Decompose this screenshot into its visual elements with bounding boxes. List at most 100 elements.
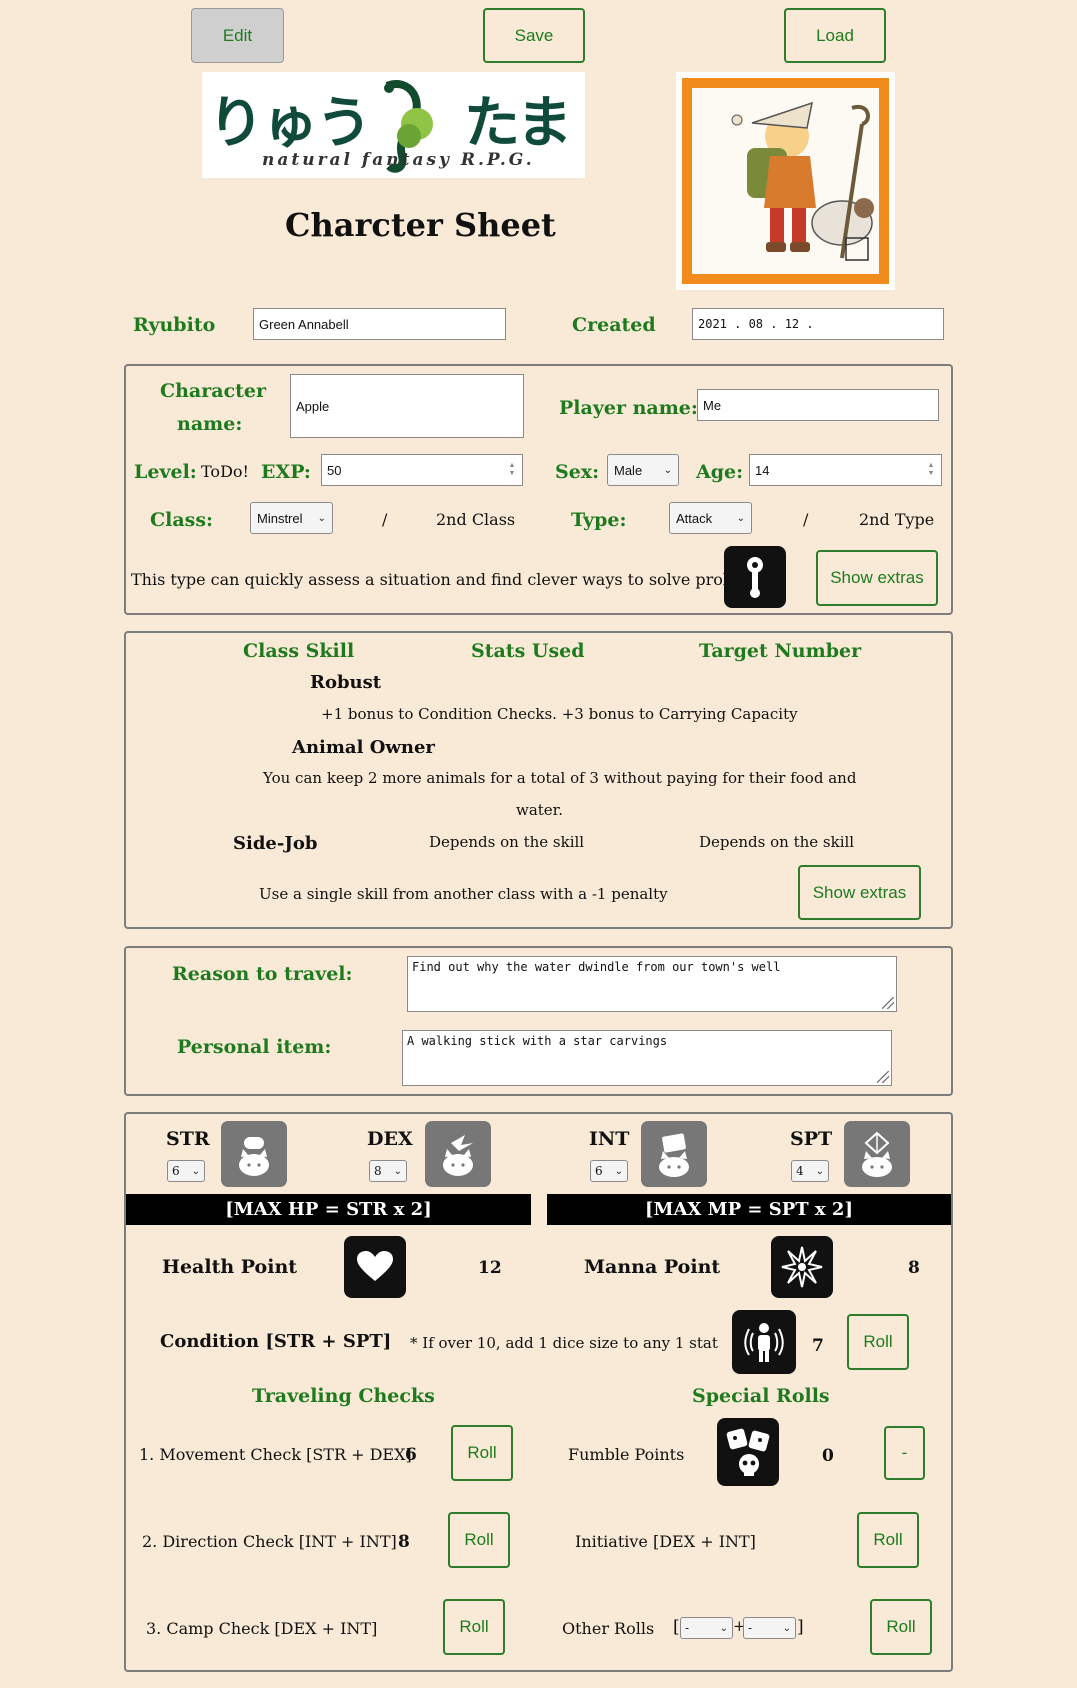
age-label: Age:: [696, 461, 744, 483]
type-description: This type can quickly assess a situation…: [131, 570, 777, 589]
health-point-label: Health Point: [162, 1256, 298, 1278]
age-spinner[interactable]: ▲ ▼: [925, 462, 937, 478]
load-button[interactable]: Load: [784, 8, 886, 63]
chevron-down-icon: ⌄: [317, 512, 326, 524]
created-date-input[interactable]: 2021 . 08 . 12 .: [692, 308, 944, 340]
exp-value: 50: [327, 462, 342, 478]
spt-select[interactable]: 4 ⌄: [791, 1160, 829, 1182]
type-select[interactable]: Attack ⌄: [669, 502, 752, 534]
fumble-points-label: Fumble Points: [568, 1445, 685, 1464]
character-portrait: [676, 72, 895, 290]
chevron-down-icon: ⌄: [736, 512, 745, 524]
movement-roll-button[interactable]: Roll: [451, 1425, 513, 1481]
initiative-label: Initiative [DEX + INT]: [575, 1532, 756, 1551]
reason-to-travel-label: Reason to travel:: [172, 963, 353, 985]
resize-grip-icon[interactable]: [882, 997, 894, 1009]
personal-item-label: Personal item:: [177, 1036, 332, 1058]
direction-roll-button[interactable]: Roll: [448, 1512, 510, 1568]
reason-to-travel-value: Find out why the water dwindle from our …: [412, 960, 781, 974]
skill-name: Side-Job: [233, 833, 318, 854]
created-label: Created: [572, 314, 656, 336]
dex-label: DEX: [367, 1128, 413, 1150]
dex-select[interactable]: 8 ⌄: [369, 1160, 407, 1182]
save-button[interactable]: Save: [483, 8, 585, 63]
type-slash: /: [803, 510, 809, 529]
max-hp-banner: [MAX HP = STR x 2]: [126, 1194, 531, 1225]
target-number-header: Target Number: [699, 640, 862, 662]
edit-button[interactable]: Edit: [191, 8, 284, 63]
movement-check-value: 6: [405, 1445, 417, 1465]
condition-person-icon: [732, 1310, 796, 1374]
exp-spinner[interactable]: ▲ ▼: [506, 462, 518, 478]
fumble-points-value: 0: [822, 1446, 834, 1466]
class-label: Class:: [150, 509, 214, 531]
age-value: 14: [755, 462, 770, 478]
player-name-input[interactable]: Me: [697, 389, 939, 421]
star-burst-icon: [771, 1236, 833, 1298]
chevron-down-icon: ⌄: [393, 1165, 402, 1177]
movement-check-label: 1. Movement Check [STR + DEX]: [139, 1445, 412, 1464]
logo-kana-left: りゅう: [208, 91, 372, 156]
heart-icon: [344, 1236, 406, 1298]
logo-kana-right: たま: [464, 91, 572, 156]
dex-select-value: 8: [374, 1164, 382, 1178]
max-mp-banner: [MAX MP = SPT x 2]: [547, 1194, 951, 1225]
manna-point-label: Manna Point: [584, 1256, 721, 1278]
skill-stats-used: Depends on the skill: [429, 833, 585, 851]
fumble-decrement-button[interactable]: -: [884, 1426, 925, 1480]
game-logo: りゅう たま natural fantasy R.P.G.: [202, 72, 585, 178]
sex-select-value: Male: [614, 462, 643, 478]
camp-roll-button[interactable]: Roll: [443, 1599, 505, 1655]
condition-roll-button[interactable]: Roll: [847, 1314, 909, 1370]
class-slash: /: [382, 510, 388, 529]
class-select[interactable]: Minstrel ⌄: [250, 502, 333, 534]
intelligence-cat-icon: [641, 1121, 707, 1187]
character-name-label-1: Character: [160, 380, 267, 402]
str-select[interactable]: 6 ⌄: [167, 1160, 205, 1182]
condition-note: * If over 10, add 1 dice size to any 1 s…: [410, 1334, 718, 1352]
initiative-roll-button[interactable]: Roll: [857, 1512, 919, 1568]
resize-grip-icon[interactable]: [877, 1071, 889, 1083]
condition-label: Condition [STR + SPT]: [160, 1331, 392, 1352]
type-label: Type:: [571, 509, 627, 531]
skill-name: Animal Owner: [292, 737, 435, 758]
strength-cat-icon: [221, 1121, 287, 1187]
chevron-down-icon: ⌄: [719, 1622, 728, 1634]
personal-item-textarea[interactable]: A walking stick with a star carvings: [402, 1030, 892, 1086]
skills-show-extras-button[interactable]: Show extras: [798, 865, 921, 920]
reason-to-travel-textarea[interactable]: Find out why the water dwindle from our …: [407, 956, 897, 1012]
sex-label: Sex:: [555, 461, 600, 483]
adventurer-illustration: [731, 101, 874, 261]
dice-skull-icon: [717, 1418, 779, 1486]
exp-label: EXP:: [261, 461, 311, 483]
skill-target-number: Depends on the skill: [699, 833, 855, 851]
bracket-open: [: [673, 1617, 680, 1637]
str-select-value: 6: [172, 1164, 180, 1178]
age-input[interactable]: 14 ▲ ▼: [749, 454, 942, 486]
direction-check-value: 8: [398, 1532, 410, 1552]
bracket-close: ]: [797, 1617, 804, 1637]
personal-item-value: A walking stick with a star carvings: [407, 1034, 668, 1048]
skill-description: Use a single skill from another class wi…: [259, 885, 668, 903]
int-select[interactable]: 6 ⌄: [590, 1160, 628, 1182]
camp-check-label: 3. Camp Check [DEX + INT]: [146, 1619, 378, 1638]
direction-check-label: 2. Direction Check [INT + INT]: [142, 1532, 397, 1551]
sex-select[interactable]: Male ⌄: [607, 454, 679, 486]
other-roll-dice-b-select[interactable]: - ⌄: [743, 1617, 796, 1639]
skill-description-cont: water.: [516, 801, 563, 819]
stats-used-header: Stats Used: [471, 640, 585, 662]
health-point-value: 12: [478, 1258, 502, 1278]
ryubito-input[interactable]: Green Annabell: [253, 308, 506, 340]
other-roll-dice-a-select[interactable]: - ⌄: [680, 1617, 733, 1639]
spirit-cat-icon: [844, 1121, 910, 1187]
character-name-label-2: name:: [177, 413, 243, 435]
second-type-label: 2nd Type: [859, 510, 935, 529]
chevron-down-icon: ⌄: [191, 1165, 200, 1177]
int-label: INT: [589, 1128, 630, 1150]
other-roll-button[interactable]: Roll: [870, 1599, 932, 1655]
exp-input[interactable]: 50 ▲ ▼: [321, 454, 523, 486]
character-name-input[interactable]: Apple: [290, 374, 524, 438]
second-class-label: 2nd Class: [436, 510, 516, 529]
character-show-extras-button[interactable]: Show extras: [816, 550, 938, 606]
skill-name: Robust: [310, 672, 382, 693]
